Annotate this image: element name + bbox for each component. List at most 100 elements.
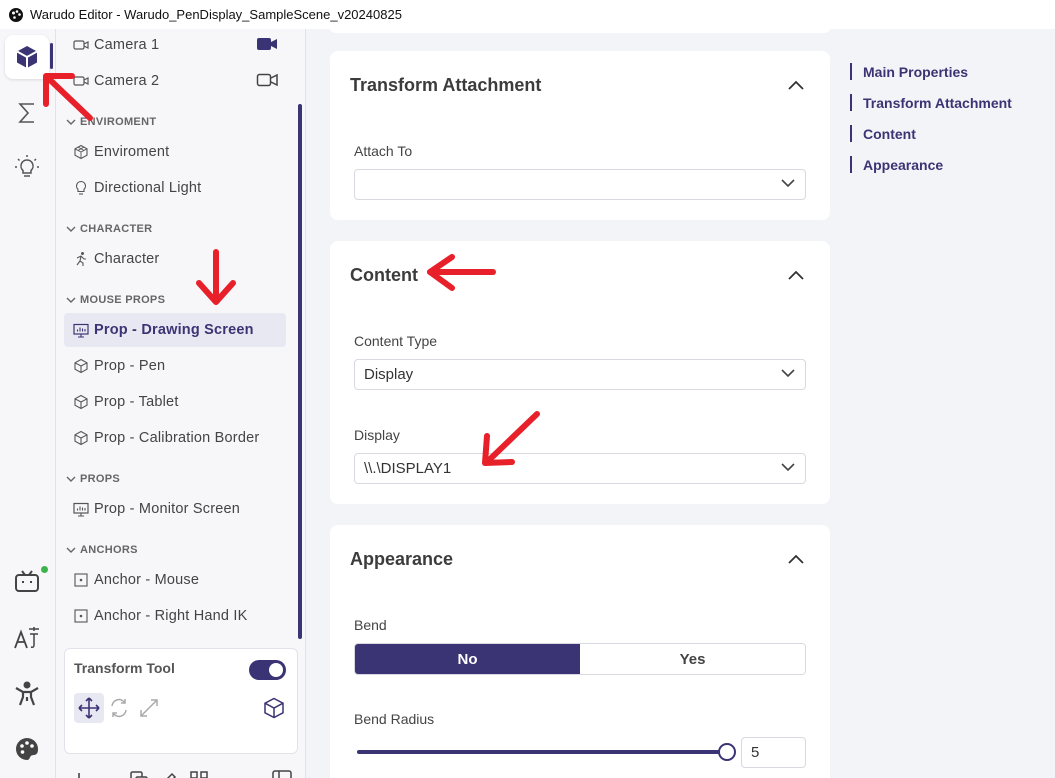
tree-item-label: Anchor - Right Hand IK — [94, 608, 248, 624]
bend-radius-input[interactable]: 5 — [741, 737, 806, 768]
local-space-button[interactable] — [259, 693, 289, 723]
tree-item-anchor-right-hand-ik[interactable]: Anchor - Right Hand IK — [64, 599, 286, 633]
tree-item-label: Enviroment — [94, 144, 170, 160]
collapse-panel-button[interactable] — [269, 767, 295, 778]
tree-item-camera-2[interactable]: Camera 2 — [64, 64, 286, 98]
main-properties-card-edge — [330, 23, 830, 33]
tree-item-label: Anchor - Mouse — [94, 572, 200, 588]
section-header-enviroment[interactable]: ENVIROMENT — [66, 114, 156, 130]
bend-radius-slider-handle[interactable] — [718, 743, 736, 761]
remove-button[interactable] — [96, 767, 122, 778]
cube-outline-icon — [264, 697, 284, 719]
chevron-down-icon — [781, 463, 795, 472]
chevron-up-icon — [788, 554, 804, 564]
chevron-down-icon — [66, 119, 76, 125]
section-header-character[interactable]: CHARACTER — [66, 221, 152, 237]
toc-item-appearance[interactable]: Appearance — [850, 156, 943, 173]
tree-item-enviroment[interactable]: Enviroment — [64, 135, 286, 169]
sidebar-toggle-icon — [272, 770, 292, 778]
move-tool-button[interactable] — [74, 693, 104, 723]
screen-prop-icon — [73, 501, 89, 517]
toc-item-main-properties[interactable]: Main Properties — [850, 63, 968, 80]
tree-item-prop-drawing-screen[interactable]: Prop - Drawing Screen — [64, 313, 286, 347]
section-navigation: Main Properties Transform Attachment Con… — [848, 29, 1055, 778]
active-camera-icon[interactable] — [256, 36, 278, 56]
transform-tool-toggle[interactable] — [249, 660, 286, 680]
rename-button[interactable] — [156, 767, 182, 778]
collapse-button[interactable] — [786, 265, 806, 285]
duplicate-button[interactable] — [126, 767, 152, 778]
section-header-anchors[interactable]: ANCHORS — [66, 542, 138, 558]
collapse-button[interactable] — [786, 549, 806, 569]
chevron-down-icon — [66, 297, 76, 303]
transform-attachment-card: Transform Attachment Attach To — [330, 51, 830, 220]
scale-tool-button[interactable] — [134, 693, 164, 723]
bilibili-tv-icon — [15, 570, 39, 592]
prop-cube-icon — [73, 394, 89, 410]
tree-item-character[interactable]: Character — [64, 242, 286, 276]
anchor-point-icon — [73, 608, 89, 624]
theme-rail-button[interactable] — [5, 727, 49, 771]
add-button[interactable] — [66, 767, 92, 778]
attach-to-dropdown[interactable] — [354, 169, 806, 200]
tree-item-prop-tablet[interactable]: Prop - Tablet — [64, 385, 286, 419]
plugins-rail-button[interactable] — [5, 145, 49, 189]
anchor-point-icon — [73, 572, 89, 588]
section-header-mouse-props[interactable]: MOUSE PROPS — [66, 292, 165, 308]
screen-prop-icon — [73, 322, 89, 338]
tree-item-directional-light[interactable]: Directional Light — [64, 171, 286, 205]
toc-item-content[interactable]: Content — [850, 125, 916, 142]
palette-icon — [16, 738, 38, 760]
tree-item-prop-calibration-border[interactable]: Prop - Calibration Border — [64, 421, 286, 455]
card-title: Content — [350, 265, 418, 285]
chevron-down-icon — [781, 369, 795, 378]
prop-cube-icon — [73, 358, 89, 374]
character-pose-icon — [15, 681, 39, 706]
bend-yes-option[interactable]: Yes — [580, 644, 805, 674]
rotate-tool-button[interactable] — [104, 693, 134, 723]
camera-icon — [73, 73, 89, 89]
language-rail-button[interactable] — [5, 616, 49, 660]
tree-item-label: Directional Light — [94, 180, 202, 196]
blueprints-rail-button[interactable] — [5, 91, 49, 135]
minus-icon — [100, 771, 118, 778]
card-title: Appearance — [350, 549, 454, 569]
tree-item-camera-1[interactable]: Camera 1 — [64, 29, 286, 62]
lightbulb-icon — [15, 155, 39, 177]
tree-item-label: Prop - Pen — [94, 358, 166, 374]
cube-icon — [16, 46, 38, 68]
toc-item-transform-attachment[interactable]: Transform Attachment — [850, 94, 1012, 111]
environment-icon — [73, 144, 89, 160]
display-dropdown[interactable]: \\.\DISPLAY1 — [354, 453, 806, 484]
collapse-button[interactable] — [786, 75, 806, 95]
appearance-card: Appearance Bend No Yes Bend Radius 5 — [330, 525, 830, 778]
active-rail-indicator — [50, 43, 53, 69]
tree-item-label: Camera 2 — [94, 73, 160, 89]
tree-item-prop-monitor-screen[interactable]: Prop - Monitor Screen — [64, 492, 286, 526]
content-card: Content Content Type Display Display \\.… — [330, 241, 830, 504]
transform-tool-label: Transform Tool — [74, 660, 175, 676]
camera-outline-icon[interactable] — [256, 72, 278, 92]
online-status-dot — [41, 566, 48, 573]
character-rail-button[interactable] — [5, 671, 49, 715]
card-title: Transform Attachment — [350, 75, 542, 95]
bend-toggle: No Yes — [354, 643, 806, 675]
content-type-dropdown[interactable]: Display — [354, 359, 806, 390]
move-arrows-icon — [78, 697, 100, 719]
bend-no-option[interactable]: No — [355, 644, 580, 674]
scene-rail-button[interactable] — [5, 35, 49, 79]
bend-radius-slider-track[interactable] — [357, 750, 727, 754]
add-group-button[interactable] — [186, 767, 212, 778]
tree-item-label: Prop - Calibration Border — [94, 430, 260, 446]
tree-item-label: Prop - Drawing Screen — [94, 322, 254, 338]
duplicate-icon — [130, 771, 148, 778]
section-header-props[interactable]: PROPS — [66, 471, 120, 487]
tree-item-anchor-mouse[interactable]: Anchor - Mouse — [64, 563, 286, 597]
content-type-label: Content Type — [354, 333, 438, 349]
tree-scrollbar[interactable] — [298, 104, 302, 639]
chevron-down-icon — [66, 476, 76, 482]
window-title: Warudo Editor - Warudo_PenDisplay_Sample… — [30, 7, 402, 22]
tree-item-prop-pen[interactable]: Prop - Pen — [64, 349, 286, 383]
more-options-button[interactable] — [214, 767, 240, 778]
camera-icon — [73, 37, 89, 53]
